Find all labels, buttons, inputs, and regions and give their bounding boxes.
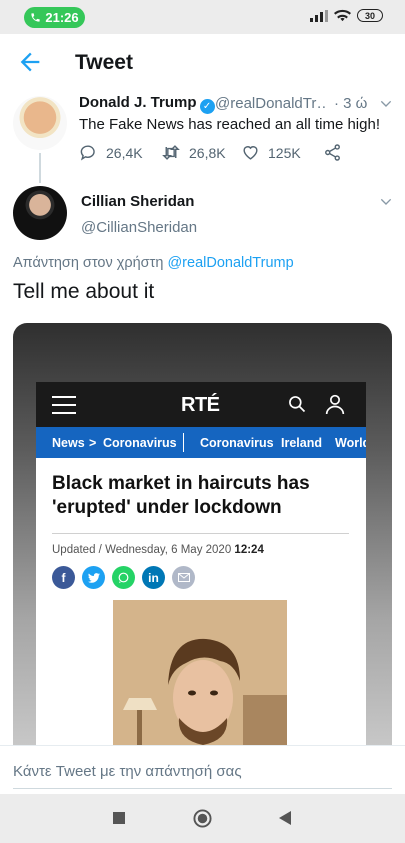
app-header: Tweet xyxy=(0,34,405,90)
retweet-icon xyxy=(162,145,180,160)
avatar-trump[interactable] xyxy=(13,96,67,150)
nav-divider xyxy=(183,433,184,452)
signal-icon xyxy=(310,9,328,22)
phone-icon xyxy=(31,13,40,22)
wifi-icon xyxy=(334,9,351,22)
reply-icon xyxy=(80,145,95,161)
article-photo-illustration xyxy=(113,600,287,745)
facebook-icon: f xyxy=(52,566,75,589)
android-nav-bar xyxy=(0,794,405,843)
verified-badge-icon: ✓ xyxy=(199,99,215,114)
battery-indicator: 30 xyxy=(357,9,383,22)
article-screenshot: RTÉ News > Coronavirus Coronavirus Irela… xyxy=(36,382,366,745)
ongoing-call-pill[interactable]: 21:26 xyxy=(24,7,85,28)
updated-date: Updated / Wednesday, 6 May 2020 xyxy=(52,544,232,556)
whatsapp-icon xyxy=(112,566,135,589)
parent-tweet-handle[interactable]: @realDonaldTr… xyxy=(215,95,327,112)
nav-news: News xyxy=(52,436,85,450)
like-count: 125K xyxy=(268,144,301,161)
status-bar: 21:26 30 xyxy=(0,0,405,34)
retweet-action[interactable]: 26,8K xyxy=(161,143,226,162)
updated-time: 12:24 xyxy=(234,544,264,556)
article-share-row: f in xyxy=(52,566,195,589)
nav-coronavirus-crumb: Coronavirus xyxy=(103,436,177,450)
reply-tweet-author[interactable]: Cillian Sheridan xyxy=(81,193,194,210)
author-name: Donald J. Trump xyxy=(79,94,197,111)
chevron-down-icon[interactable] xyxy=(378,96,394,112)
article-updated: Updated / Wednesday, 6 May 2020 12:24 xyxy=(52,544,264,556)
parent-tweet-author[interactable]: Donald J. Trump ✓ xyxy=(79,94,215,114)
nav-ireland: Ireland xyxy=(281,436,322,450)
page-title: Tweet xyxy=(75,51,133,74)
call-time: 21:26 xyxy=(45,10,79,25)
reply-composer[interactable]: Κάντε Tweet με την απάντησή σας xyxy=(0,745,405,794)
chevron-down-icon[interactable] xyxy=(378,194,394,210)
tweet-actions: 26,4K 26,8K 125K xyxy=(79,143,351,165)
reply-mention-link[interactable]: @realDonaldTrump xyxy=(167,255,293,271)
avatar-cillian[interactable] xyxy=(13,186,67,240)
linkedin-icon: in xyxy=(142,566,165,589)
email-icon xyxy=(172,566,195,589)
back-icon[interactable] xyxy=(279,811,291,825)
parent-tweet-time: · 3 ώ xyxy=(334,95,368,112)
reply-tweet-handle[interactable]: @CillianSheridan xyxy=(81,219,197,236)
recent-apps-icon[interactable] xyxy=(113,812,125,824)
nav-coronavirus: Coronavirus xyxy=(200,436,274,450)
parent-tweet-text: The Fake News has reached an all time hi… xyxy=(79,116,380,133)
heart-icon xyxy=(243,146,258,160)
article-photo xyxy=(113,600,287,745)
rte-top-bar: RTÉ xyxy=(36,382,366,427)
retweet-count: 26,8K xyxy=(189,144,226,161)
nav-world: World xyxy=(335,436,366,450)
article-headline: Black market in haircuts has 'erupted' u… xyxy=(52,473,310,518)
reply-action[interactable]: 26,4K xyxy=(79,143,143,162)
rte-logo: RTÉ xyxy=(181,394,220,416)
search-icon xyxy=(289,396,306,413)
rte-nav-bar: News > Coronavirus Coronavirus Ireland W… xyxy=(36,427,366,458)
user-icon xyxy=(325,394,345,415)
like-action[interactable]: 125K xyxy=(241,143,301,162)
twitter-icon xyxy=(82,566,105,589)
reply-count: 26,4K xyxy=(106,144,143,161)
nav-separator-arrow: > xyxy=(89,436,97,450)
replying-to-line: Απάντηση στον χρήστη @realDonaldTrump xyxy=(13,255,294,271)
thread-connector-line xyxy=(39,153,41,183)
hamburger-menu-icon xyxy=(52,396,76,414)
reply-tweet-text: Tell me about it xyxy=(13,280,155,303)
battery-level: 30 xyxy=(364,10,375,21)
home-icon[interactable] xyxy=(193,809,212,828)
reply-prefix: Απάντηση στον χρήστη xyxy=(13,255,164,271)
composer-underline xyxy=(13,788,392,789)
article-divider xyxy=(52,533,349,534)
share-icon xyxy=(325,144,340,161)
tweet-media-image[interactable]: RTÉ News > Coronavirus Coronavirus Irela… xyxy=(13,323,392,745)
share-action[interactable] xyxy=(323,143,342,162)
back-arrow-icon[interactable] xyxy=(16,48,44,76)
reply-input[interactable]: Κάντε Tweet με την απάντησή σας xyxy=(13,763,242,780)
